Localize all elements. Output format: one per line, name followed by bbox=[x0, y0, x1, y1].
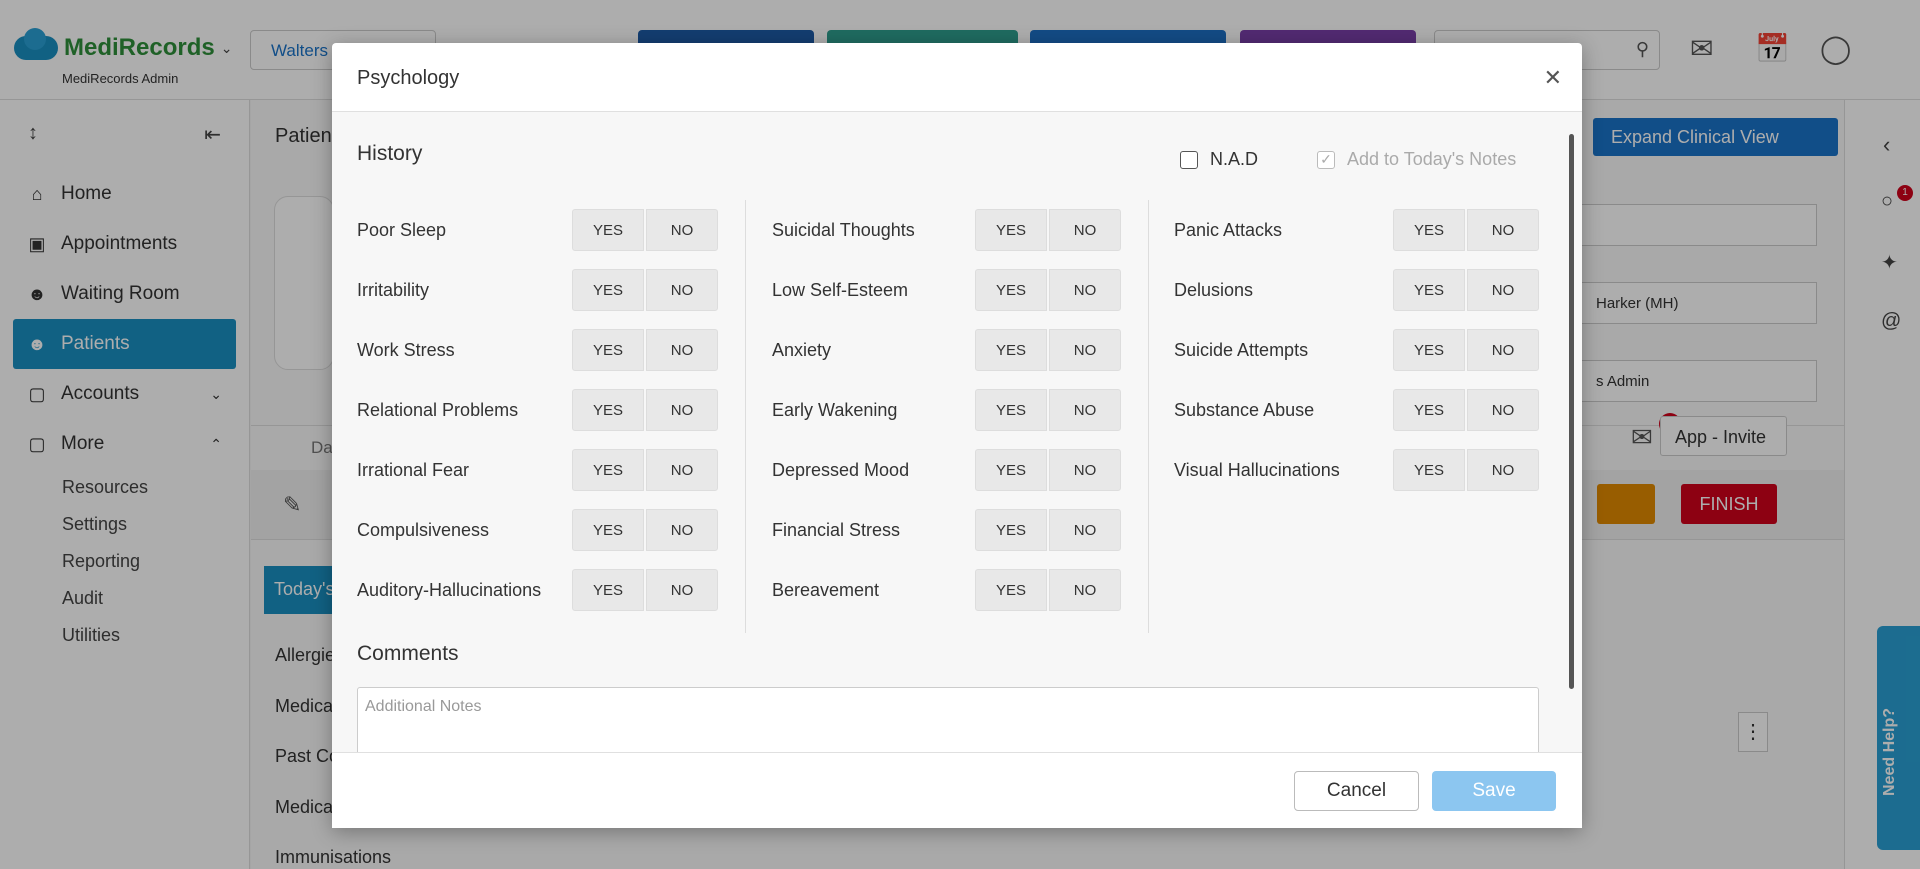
nad-checkbox[interactable]: N.A.D bbox=[1180, 149, 1258, 170]
close-icon[interactable]: ✕ bbox=[1544, 65, 1562, 91]
no-button[interactable]: NO bbox=[646, 329, 718, 371]
history-label: Early Wakening bbox=[772, 399, 898, 420]
yes-button[interactable]: YES bbox=[1393, 449, 1465, 491]
history-label: Financial Stress bbox=[772, 519, 901, 540]
comments-title: Comments bbox=[357, 642, 459, 665]
yes-button[interactable]: YES bbox=[1393, 209, 1465, 251]
psychology-modal: Psychology ✕ History N.A.D ✓ Add to Toda… bbox=[332, 43, 1582, 828]
no-button[interactable]: NO bbox=[1467, 449, 1539, 491]
no-button[interactable]: NO bbox=[1049, 209, 1121, 251]
no-button[interactable]: NO bbox=[646, 509, 718, 551]
history-row-panic-attacks: Panic Attacks YES NO bbox=[1174, 200, 1539, 260]
no-button[interactable]: NO bbox=[646, 389, 718, 431]
no-button[interactable]: NO bbox=[1049, 509, 1121, 551]
yes-button[interactable]: YES bbox=[572, 509, 644, 551]
history-label: Suicide Attempts bbox=[1174, 339, 1309, 360]
scrollbar[interactable] bbox=[1569, 134, 1574, 689]
history-row-compulsiveness: Compulsiveness YES NO bbox=[357, 500, 718, 560]
history-column-2: Suicidal Thoughts YES NO Low Self-Esteem YE… bbox=[772, 200, 1121, 620]
history-row-relational-problems: Relational Problems YES NO bbox=[357, 380, 718, 440]
history-label: Compulsiveness bbox=[357, 519, 490, 540]
yes-button[interactable]: YES bbox=[1393, 329, 1465, 371]
history-column-1: Poor Sleep YES NO Irritability YES NO Work S… bbox=[357, 200, 718, 620]
history-label: Delusions bbox=[1174, 279, 1254, 300]
yes-button[interactable]: YES bbox=[975, 509, 1047, 551]
yes-button[interactable]: YES bbox=[975, 569, 1047, 611]
cancel-button[interactable]: Cancel bbox=[1294, 771, 1419, 811]
history-label: Visual Hallucinations bbox=[1174, 459, 1340, 480]
no-button[interactable]: NO bbox=[646, 269, 718, 311]
no-button[interactable]: NO bbox=[1467, 389, 1539, 431]
yes-button[interactable]: YES bbox=[975, 329, 1047, 371]
history-column-3: Panic Attacks YES NO Delusions YES NO Suicid… bbox=[1174, 200, 1539, 500]
history-row-anxiety: Anxiety YES NO bbox=[772, 320, 1121, 380]
history-row-suicide-attempts: Suicide Attempts YES NO bbox=[1174, 320, 1539, 380]
checkbox-checked-icon[interactable]: ✓ bbox=[1317, 150, 1335, 169]
yes-button[interactable]: YES bbox=[975, 209, 1047, 251]
history-label: Auditory-Hallucinations bbox=[357, 579, 542, 600]
history-label: Panic Attacks bbox=[1174, 219, 1283, 240]
no-button[interactable]: NO bbox=[1467, 329, 1539, 371]
history-row-suicidal-thoughts: Suicidal Thoughts YES NO bbox=[772, 200, 1121, 260]
history-label: Anxiety bbox=[772, 339, 832, 360]
checkbox-icon[interactable] bbox=[1180, 150, 1198, 169]
history-label: Poor Sleep bbox=[357, 219, 447, 240]
history-row-early-wakening: Early Wakening YES NO bbox=[772, 380, 1121, 440]
no-button[interactable]: NO bbox=[646, 569, 718, 611]
no-button[interactable]: NO bbox=[646, 449, 718, 491]
history-row-visual-hallucinations: Visual Hallucinations YES NO bbox=[1174, 440, 1539, 500]
history-label: Depressed Mood bbox=[772, 459, 910, 480]
history-label: Relational Problems bbox=[357, 399, 519, 420]
yes-button[interactable]: YES bbox=[975, 449, 1047, 491]
nad-label: N.A.D bbox=[1210, 149, 1259, 169]
yes-button[interactable]: YES bbox=[975, 389, 1047, 431]
yes-button[interactable]: YES bbox=[572, 449, 644, 491]
history-row-substance-abuse: Substance Abuse YES NO bbox=[1174, 380, 1539, 440]
no-button[interactable]: NO bbox=[1049, 449, 1121, 491]
column-divider bbox=[1148, 200, 1149, 633]
no-button[interactable]: NO bbox=[1049, 569, 1121, 611]
modal-body: History N.A.D ✓ Add to Today's Notes Poo… bbox=[332, 112, 1582, 752]
yes-button[interactable]: YES bbox=[572, 569, 644, 611]
save-button[interactable]: Save bbox=[1432, 771, 1556, 811]
modal-footer: Cancel Save bbox=[332, 752, 1582, 828]
add-to-notes-checkbox[interactable]: ✓ Add to Today's Notes bbox=[1317, 149, 1516, 170]
add-to-notes-label: Add to Today's Notes bbox=[1347, 149, 1517, 169]
no-button[interactable]: NO bbox=[1049, 269, 1121, 311]
history-title: History bbox=[357, 142, 423, 165]
additional-notes-input[interactable]: Additional Notes bbox=[357, 687, 1539, 752]
yes-button[interactable]: YES bbox=[572, 389, 644, 431]
history-label: Substance Abuse bbox=[1174, 399, 1315, 420]
history-row-auditory-hallucinations: Auditory-Hallucinations YES NO bbox=[357, 560, 718, 620]
history-row-bereavement: Bereavement YES NO bbox=[772, 560, 1121, 620]
no-button[interactable]: NO bbox=[1049, 329, 1121, 371]
history-row-financial-stress: Financial Stress YES NO bbox=[772, 500, 1121, 560]
yes-button[interactable]: YES bbox=[975, 269, 1047, 311]
history-row-work-stress: Work Stress YES NO bbox=[357, 320, 718, 380]
history-row-irritability: Irritability YES NO bbox=[357, 260, 718, 320]
modal-header: Psychology ✕ bbox=[332, 43, 1582, 112]
yes-button[interactable]: YES bbox=[1393, 389, 1465, 431]
history-label: Low Self-Esteem bbox=[772, 279, 909, 300]
history-row-low-self-esteem: Low Self-Esteem YES NO bbox=[772, 260, 1121, 320]
history-row-irrational-fear: Irrational Fear YES NO bbox=[357, 440, 718, 500]
history-row-delusions: Delusions YES NO bbox=[1174, 260, 1539, 320]
no-button[interactable]: NO bbox=[646, 209, 718, 251]
yes-button[interactable]: YES bbox=[572, 209, 644, 251]
history-row-depressed-mood: Depressed Mood YES NO bbox=[772, 440, 1121, 500]
history-label: Suicidal Thoughts bbox=[772, 219, 915, 240]
no-button[interactable]: NO bbox=[1467, 209, 1539, 251]
modal-title: Psychology bbox=[357, 67, 460, 89]
yes-button[interactable]: YES bbox=[572, 269, 644, 311]
history-label: Irritability bbox=[357, 279, 430, 300]
yes-button[interactable]: YES bbox=[572, 329, 644, 371]
column-divider bbox=[745, 200, 746, 633]
history-label: Work Stress bbox=[357, 339, 455, 360]
history-row-poor-sleep: Poor Sleep YES NO bbox=[357, 200, 718, 260]
no-button[interactable]: NO bbox=[1049, 389, 1121, 431]
history-label: Bereavement bbox=[772, 579, 880, 600]
no-button[interactable]: NO bbox=[1467, 269, 1539, 311]
history-label: Irrational Fear bbox=[357, 459, 470, 480]
yes-button[interactable]: YES bbox=[1393, 269, 1465, 311]
